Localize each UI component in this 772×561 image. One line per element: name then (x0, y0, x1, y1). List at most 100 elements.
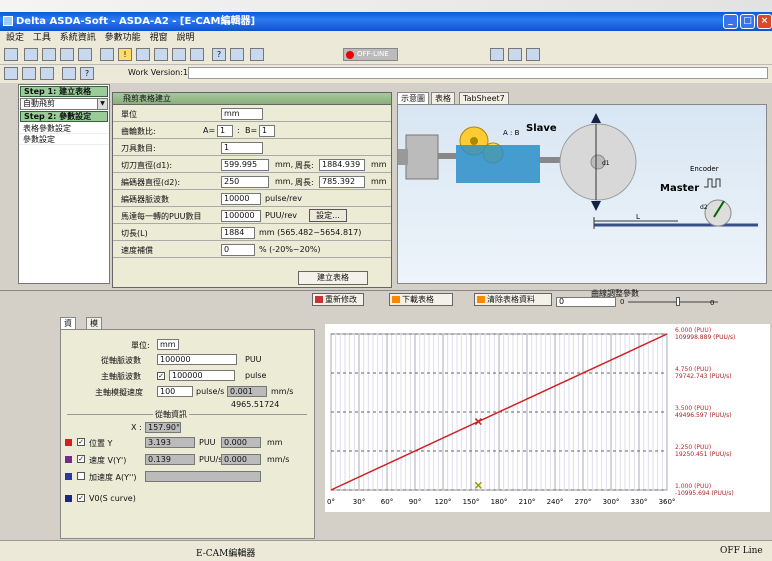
gear-b-field[interactable]: 1 (259, 125, 275, 137)
ab-label: A : B (503, 129, 520, 137)
cutter-diameter-field[interactable]: 599.995 (221, 159, 269, 171)
encoder-diameter-field[interactable]: 250 (221, 176, 269, 188)
curve-adjust-slider[interactable]: 0 0 (620, 297, 732, 307)
status-right: OFF Line (720, 546, 763, 556)
menu-help[interactable]: 說明 (176, 33, 194, 43)
master-speed-field[interactable]: 100 (157, 386, 193, 397)
download-table-button[interactable]: 下載表格 (389, 293, 453, 306)
toolbar-icon-10[interactable] (172, 48, 186, 61)
work-version-field[interactable] (188, 67, 768, 79)
tab-simulation[interactable]: 模擬圖 (86, 317, 102, 350)
open-icon[interactable] (4, 67, 18, 80)
help2-icon[interactable]: ? (80, 67, 94, 80)
modify-button[interactable]: 重新修改 (312, 293, 364, 306)
velocity-puu-field: 0.139 (145, 454, 195, 465)
warning-icon[interactable]: ! (118, 48, 132, 61)
position-checkbox[interactable]: ✓ (77, 438, 85, 446)
slider-thumb[interactable] (676, 297, 680, 306)
tool-count-field[interactable]: 1 (221, 142, 263, 154)
velocity-color-swatch (65, 456, 72, 463)
menu-settings[interactable]: 設定 (6, 33, 24, 43)
step1-header[interactable]: Step 1: 建立表格 (20, 86, 108, 97)
toolbar-icon-5[interactable] (78, 48, 92, 61)
toolbar-icon-11[interactable] (190, 48, 204, 61)
app-window: Delta ASDA-Soft - ASDA-A2 - [E-CAM編輯器] _… (0, 0, 772, 561)
toolbar-icon-16[interactable] (490, 48, 504, 61)
toolbar2-icon-4[interactable] (62, 67, 76, 80)
cut-length-field[interactable]: 1884 (221, 227, 255, 239)
status-center: E-CAM編輯器 (196, 549, 256, 559)
gear-a-field[interactable]: 1 (217, 125, 233, 137)
tab-diagram[interactable]: 示意圖 (397, 92, 429, 104)
info-unit-field[interactable]: mm (157, 339, 179, 350)
position-mm-field: 0.000 (221, 437, 261, 448)
velocity-checkbox[interactable]: ✓ (77, 455, 85, 463)
print-icon[interactable] (40, 67, 54, 80)
y-label-puu-s: 79742.743 (PUU/s) (675, 373, 732, 380)
clear-table-button[interactable]: 清除表格資料 (474, 293, 552, 306)
master-pulse-field[interactable]: 100000 (169, 370, 235, 381)
mode-dropdown[interactable]: 自動飛剪 ▼ (20, 98, 108, 110)
build-table-button[interactable]: 建立表格 (298, 271, 368, 285)
unit-field[interactable]: mm (221, 108, 263, 120)
minimize-button[interactable]: _ (723, 14, 738, 29)
x-tick-label: 360° (659, 498, 676, 506)
row-unit: 單位 mm (113, 106, 391, 122)
menu-tools[interactable]: 工具 (33, 33, 51, 43)
gearbox-icon (456, 145, 540, 183)
row-encoder-diameter: 編碼器直徑(d2): 250 mm, 周長: 785.392 mm (113, 174, 391, 190)
tab-tabsheet7[interactable]: TabSheet7 (459, 92, 509, 104)
save-icon[interactable] (22, 67, 36, 80)
vo-checkbox[interactable]: ✓ (77, 494, 85, 502)
y-label-puu: 4.750 (PUU) (675, 366, 711, 373)
slave-label: Slave (526, 123, 557, 134)
slave-pulse-field[interactable]: 100000 (157, 354, 237, 365)
menu-bar: 設定 工具 系統資訊 參數功能 視窗 說明 (0, 31, 772, 45)
slider-track[interactable] (628, 301, 718, 303)
row-cutter-diameter: 切刀直徑(d1): 599.995 mm, 周長: 1884.939 mm (113, 157, 391, 173)
y-label-puu: 6.000 (PUU) (675, 327, 711, 334)
menu-system-info[interactable]: 系統資訊 (60, 33, 96, 43)
toolbar-icon-4[interactable] (60, 48, 74, 61)
encoder-perimeter-field: 785.392 (319, 176, 365, 188)
title-bar: Delta ASDA-Soft - ASDA-A2 - [E-CAM編輯器] _… (0, 12, 772, 31)
menu-window[interactable]: 視窗 (150, 33, 168, 43)
form-header: 飛剪表格建立 (113, 93, 391, 105)
puu-per-rev-field[interactable]: 100000 (221, 210, 261, 222)
vo-color-swatch (65, 495, 72, 502)
x-tick-label: 180° (491, 498, 508, 506)
encoder-label: Encoder (690, 165, 719, 173)
toolbar-icon-3[interactable] (42, 48, 56, 61)
close-button[interactable]: × (757, 14, 772, 29)
nav-item-params[interactable]: 參數設定 (19, 134, 109, 145)
toolbar-icon-6[interactable] (100, 48, 114, 61)
maximize-button[interactable]: □ (740, 14, 755, 29)
app-icon (3, 16, 13, 26)
toolbar-icon-1[interactable] (4, 48, 18, 61)
step2-header[interactable]: Step 2: 參數設定 (20, 111, 108, 122)
curve-adjust-field[interactable]: 0 (556, 297, 616, 307)
toolbar-icon-18[interactable] (526, 48, 540, 61)
toolbar-icon-17[interactable] (508, 48, 522, 61)
menu-param-function[interactable]: 參數功能 (105, 33, 141, 43)
x-tick-label: 240° (547, 498, 564, 506)
nav-item-table-params[interactable]: 表格參數設定 (19, 123, 109, 134)
toolbar-icon-14[interactable] (250, 48, 264, 61)
main-toolbar: ! ? OFF-LINE (0, 45, 772, 65)
puu-settings-button[interactable]: 設定... (309, 209, 347, 222)
help-icon[interactable]: ? (212, 48, 226, 61)
tab-info[interactable]: 資訊 (60, 317, 76, 339)
L-label: L (636, 213, 640, 221)
toolbar-icon-8[interactable] (136, 48, 150, 61)
speed-comp-field[interactable]: 0 (221, 244, 255, 256)
encoder-pulse-field[interactable]: 10000 (221, 193, 261, 205)
toolbar-icon-9[interactable] (154, 48, 168, 61)
offline-button[interactable]: OFF-LINE (343, 48, 398, 61)
tab-table[interactable]: 表格 (431, 92, 455, 104)
master-pulse-checkbox[interactable]: ✓ (157, 372, 165, 380)
acceleration-checkbox[interactable] (77, 472, 85, 480)
toolbar-icon-13[interactable] (230, 48, 244, 61)
x-tick-label: 150° (463, 498, 480, 506)
chevron-down-icon[interactable]: ▼ (97, 99, 107, 109)
toolbar-icon-2[interactable] (24, 48, 38, 61)
